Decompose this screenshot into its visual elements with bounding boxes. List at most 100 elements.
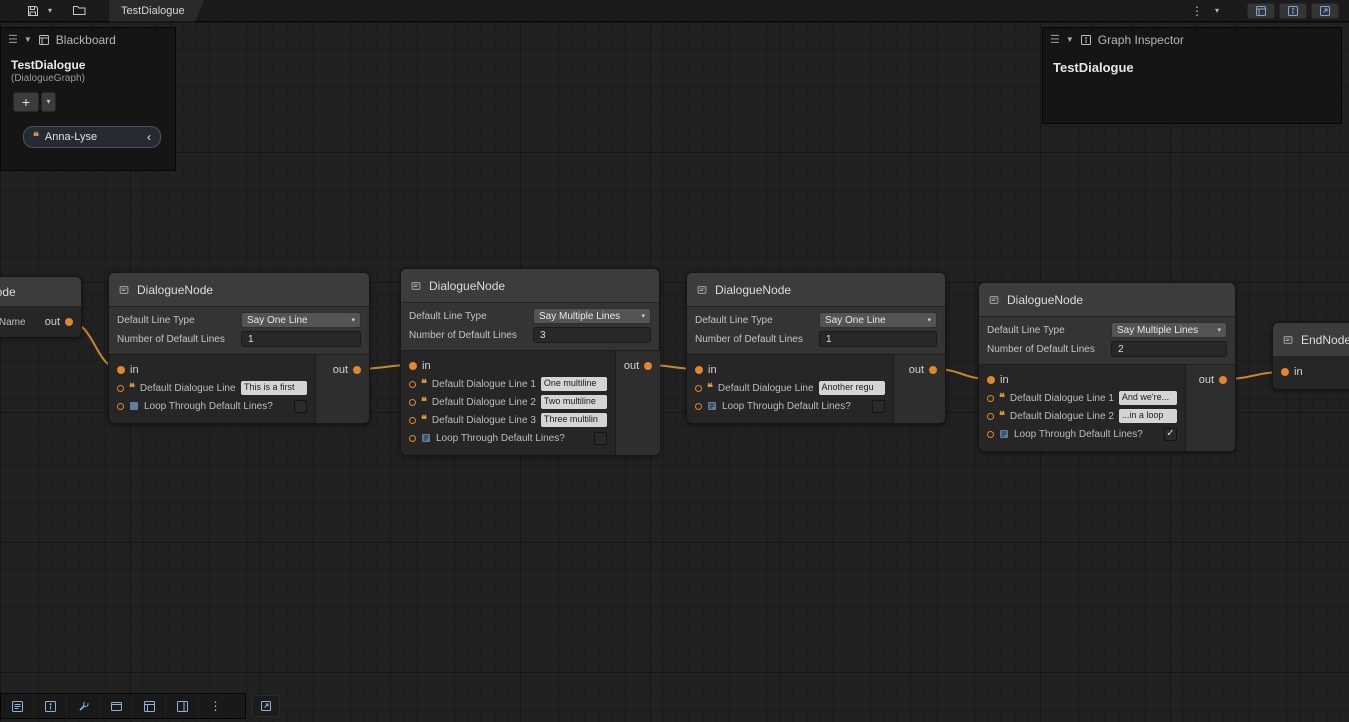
line-type-dropdown[interactable]: Say Multiple Lines ▾ <box>533 308 651 324</box>
open-external-button[interactable] <box>252 695 280 717</box>
speaker-node[interactable]: Node kerName out <box>0 276 82 338</box>
dialogue-node-1[interactable]: DialogueNode Default Line Type Say One L… <box>108 272 370 424</box>
node-title-bar[interactable]: DialogueNode <box>109 273 369 307</box>
blackboard-header[interactable]: ☰ ▼ Blackboard <box>1 28 175 52</box>
line-port[interactable] <box>409 399 416 406</box>
in-port[interactable] <box>987 376 995 384</box>
inspector-icon <box>1080 34 1092 46</box>
dialogue-node-2[interactable]: DialogueNode Default Line Type Say Multi… <box>400 268 660 456</box>
blackboard-field-anna-lyse[interactable]: ❝ Anna-Lyse ‹ <box>23 126 161 148</box>
loop-checkbox[interactable] <box>294 400 307 413</box>
out-port-label: out <box>1199 374 1214 386</box>
in-port[interactable] <box>695 366 703 374</box>
loop-checkbox[interactable] <box>594 432 607 445</box>
hamburger-icon[interactable]: ☰ <box>8 35 18 46</box>
end-node[interactable]: EndNode in <box>1272 322 1349 390</box>
panels-button[interactable] <box>166 694 199 718</box>
line-text-field[interactable]: And we're... <box>1119 391 1177 405</box>
line-port[interactable] <box>117 385 124 392</box>
preview-toggle-button[interactable] <box>1311 3 1339 19</box>
settings-button[interactable] <box>67 694 100 718</box>
line-type-value: Say Multiple Lines <box>1117 325 1198 336</box>
num-lines-field[interactable]: 3 <box>533 327 651 343</box>
check-icon: ✓ <box>1166 429 1174 439</box>
quote-icon: ❝ <box>999 411 1005 422</box>
foldout-icon[interactable]: ▼ <box>1066 36 1074 44</box>
line-text-field[interactable]: ...in a loop <box>1119 409 1177 423</box>
line-label: Default Dialogue Line 2 <box>1010 411 1114 422</box>
out-port[interactable] <box>929 366 937 374</box>
out-port[interactable] <box>644 362 652 370</box>
save-icon <box>26 4 40 18</box>
loop-checkbox[interactable] <box>872 400 885 413</box>
inspector-button[interactable] <box>34 694 67 718</box>
num-lines-field[interactable]: 2 <box>1111 341 1227 357</box>
loop-port[interactable] <box>695 403 702 410</box>
blackboard-graph-name: TestDialogue <box>1 52 175 73</box>
save-button[interactable] <box>22 0 44 22</box>
num-lines-field[interactable]: 1 <box>241 331 361 347</box>
breadcrumb-tab-testdialogue[interactable]: TestDialogue <box>109 0 205 22</box>
line-type-dropdown[interactable]: Say Multiple Lines ▾ <box>1111 322 1227 338</box>
quote-icon: ❝ <box>421 379 427 390</box>
line-text-field[interactable]: One multiline <box>541 377 607 391</box>
line-text-field[interactable]: This is a first <box>241 381 307 395</box>
dialogue-node-3[interactable]: DialogueNode Default Line Type Say One L… <box>686 272 946 424</box>
node-title-bar[interactable]: DialogueNode <box>979 283 1235 317</box>
hierarchy-button[interactable] <box>1 694 34 718</box>
loop-port[interactable] <box>987 431 994 438</box>
line-text-field[interactable]: Three multilin <box>541 413 607 427</box>
num-lines-field[interactable]: 1 <box>819 331 937 347</box>
loop-port[interactable] <box>409 435 416 442</box>
options-menu-button[interactable]: ⋮ <box>1187 0 1207 22</box>
line-port[interactable] <box>409 381 416 388</box>
add-variable-caret-button[interactable]: ▾ <box>41 92 56 112</box>
line-type-value: Say One Line <box>247 315 308 326</box>
options-caret-button[interactable]: ▾ <box>1211 0 1223 22</box>
node-title-bar[interactable]: DialogueNode <box>401 269 659 303</box>
dropdown-caret-icon: ▾ <box>927 316 931 324</box>
line-label: Default Dialogue Line <box>140 383 236 394</box>
breadcrumb-label: TestDialogue <box>121 5 185 17</box>
dropdown-caret-icon: ▾ <box>641 312 645 320</box>
graph-inspector-header[interactable]: ☰ ▼ Graph Inspector <box>1043 28 1341 52</box>
line-port[interactable] <box>987 413 994 420</box>
open-external-icon <box>260 700 272 712</box>
line-type-dropdown[interactable]: Say One Line ▾ <box>819 312 937 328</box>
in-port[interactable] <box>1281 368 1289 376</box>
preview-toggle-icon <box>1319 5 1331 17</box>
in-port[interactable] <box>409 362 417 370</box>
blackboard-button[interactable] <box>133 694 166 718</box>
caret-down-icon: ▾ <box>1215 7 1219 15</box>
node-title-bar[interactable]: Node <box>0 277 81 307</box>
load-asset-button[interactable] <box>68 0 91 22</box>
hierarchy-icon <box>11 700 24 713</box>
more-button[interactable]: ⋮ <box>199 694 232 718</box>
line-port[interactable] <box>409 417 416 424</box>
dialogue-node-4[interactable]: DialogueNode Default Line Type Say Multi… <box>978 282 1236 452</box>
line-port[interactable] <box>987 395 994 402</box>
add-variable-button[interactable]: + <box>13 92 39 112</box>
foldout-icon[interactable]: ▼ <box>24 36 32 44</box>
quote-icon: ❝ <box>421 397 427 408</box>
out-port[interactable] <box>65 318 73 326</box>
line-type-dropdown[interactable]: Say One Line ▾ <box>241 312 361 328</box>
line-text-field[interactable]: Two multiline <box>541 395 607 409</box>
loop-checkbox-checked[interactable]: ✓ <box>1164 428 1177 441</box>
in-port[interactable] <box>117 366 125 374</box>
line-port[interactable] <box>695 385 702 392</box>
window-button[interactable] <box>100 694 133 718</box>
out-port[interactable] <box>1219 376 1227 384</box>
node-title-bar[interactable]: EndNode <box>1273 323 1349 357</box>
quote-icon: ❝ <box>999 393 1005 404</box>
line-type-label: Default Line Type <box>695 315 819 326</box>
line-text-field[interactable]: Another regu <box>819 381 885 395</box>
loop-port[interactable] <box>117 403 124 410</box>
collapse-chevron-icon[interactable]: ‹ <box>147 131 151 143</box>
save-options-button[interactable]: ▾ <box>44 0 56 22</box>
out-port[interactable] <box>353 366 361 374</box>
node-title-bar[interactable]: DialogueNode <box>687 273 945 307</box>
inspector-toggle-button[interactable] <box>1279 3 1307 19</box>
blackboard-toggle-button[interactable] <box>1247 3 1275 19</box>
hamburger-icon[interactable]: ☰ <box>1050 35 1060 46</box>
